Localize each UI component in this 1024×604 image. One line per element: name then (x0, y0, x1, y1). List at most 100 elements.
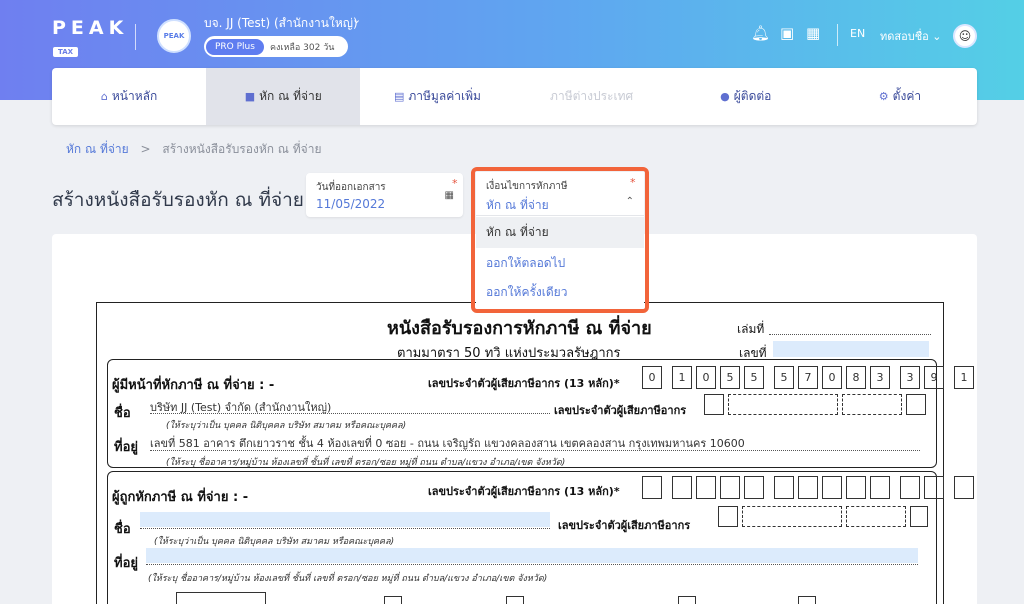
divider (135, 24, 136, 50)
company-avatar[interactable]: PEAK (157, 19, 191, 53)
calendar-icon[interactable]: ▦ (445, 190, 454, 201)
payer-address-label: ที่อยู่ (114, 440, 138, 455)
sequence-box[interactable] (176, 592, 266, 604)
payee-heading: ผู้ถูกหักภาษี ณ ที่จ่าย : - (112, 490, 249, 505)
breadcrumb: หัก ณ ที่จ่าย > สร้างหนังสือรับรองหัก ณ … (66, 140, 321, 159)
tax-digit-box[interactable]: 0 (822, 366, 842, 389)
payer-taxid-box[interactable] (906, 394, 926, 415)
tax-digit-box[interactable]: 7 (798, 366, 818, 389)
user-avatar[interactable]: ☺ (953, 24, 977, 48)
nav-withholding-tax[interactable]: ■ หัก ณ ที่จ่าย (206, 68, 361, 125)
issue-date-field[interactable]: วันที่ออกเอกสาร * 11/05/2022 ▦ (306, 173, 463, 217)
home-icon: ⌂ (100, 90, 108, 103)
tax-digit-box[interactable]: 3 (870, 366, 890, 389)
payer-address-note: (ให้ระบุ ชื่ออาคาร/หมู่บ้าน ห้องเลขที่ ช… (166, 458, 566, 468)
payer-tax-digits[interactable]: 0105557083391 (642, 366, 978, 389)
payee-name-input[interactable] (140, 512, 550, 527)
certificate-form: หนังสือรับรองการหักภาษี ณ ที่จ่าย ตามมาต… (96, 302, 974, 604)
checkbox[interactable] (384, 596, 402, 604)
payer-taxid-box[interactable] (842, 394, 902, 415)
issue-date-label: วันที่ออกเอกสาร (316, 182, 386, 193)
tax-digit-box[interactable]: 8 (846, 366, 866, 389)
payee-taxid-box[interactable] (742, 506, 842, 527)
chevron-down-icon[interactable]: ⌄ (352, 13, 361, 26)
payer-section: ผู้มีหน้าที่หักภาษี ณ ที่จ่าย : - เลขประ… (107, 359, 974, 468)
tax-digit-box[interactable]: 3 (900, 366, 920, 389)
payee-name-line (140, 528, 550, 529)
tax-digit-box[interactable] (924, 476, 944, 499)
nav-foreign-tax: ภาษีต่างประเทศ (515, 68, 669, 125)
nav-contacts[interactable]: ● ผู้ติดต่อ (669, 68, 823, 125)
tax-digit-box[interactable] (744, 476, 764, 499)
book-number-input[interactable] (769, 334, 931, 335)
divider (837, 24, 838, 46)
nav-vat[interactable]: ▤ ภาษีมูลค่าเพิ่ม (360, 68, 514, 125)
tax-digit-box[interactable]: 1 (954, 366, 974, 389)
payee-address-line (146, 564, 918, 565)
plan-pill: PRO Plus คงเหลือ 302 วัน (204, 36, 348, 57)
tax-digit-box[interactable] (798, 476, 818, 499)
nav-home[interactable]: ⌂ หน้าหลัก (52, 68, 206, 125)
plan-days-left: คงเหลือ 302 วัน (269, 42, 335, 53)
payer-taxid-label: เลขประจำตัวผู้เสียภาษีอากร (554, 404, 687, 417)
payee-section: ผู้ถูกหักภาษี ณ ที่จ่าย : - เลขประจำตัวผ… (107, 471, 974, 604)
breadcrumb-current: สร้างหนังสือรับรองหัก ณ ที่จ่าย (162, 142, 322, 156)
tax-digit-box[interactable] (900, 476, 920, 499)
bell-icon[interactable]: 🔔︎ (751, 24, 770, 42)
nav-vat-label: ภาษีมูลค่าเพิ่ม (408, 89, 481, 103)
tax-digit-box[interactable]: 5 (720, 366, 740, 389)
payee-tax13-label: เลขประจำตัวผู้เสียภาษีอากร (13 หลัก)* (428, 485, 620, 498)
chevron-down-icon: ⌄ (932, 30, 942, 43)
tax-digit-box[interactable] (696, 476, 716, 499)
payee-name-note: (ให้ระบุว่าเป็น บุคคล นิติบุคคล บริษัท ส… (154, 537, 395, 547)
nav-home-label: หน้าหลัก (111, 89, 158, 103)
logo-word: PEAK (52, 17, 129, 39)
tax-digit-box[interactable] (642, 476, 662, 499)
payee-taxid-box[interactable] (718, 506, 738, 527)
company-name[interactable]: บจ. JJ (Test) (สำนักงานใหญ่) (204, 14, 358, 33)
plan-badge: PRO Plus (206, 38, 264, 55)
apps-grid-icon[interactable]: ▦ (806, 24, 820, 42)
tax-digit-box[interactable] (774, 476, 794, 499)
book-number-label: เล่มที่ (737, 322, 765, 336)
tax-digit-box[interactable] (672, 476, 692, 499)
payee-address-input[interactable] (146, 548, 918, 563)
payer-heading: ผู้มีหน้าที่หักภาษี ณ ที่จ่าย : - (112, 378, 275, 393)
peak-logo[interactable]: PEAK TAX (52, 17, 128, 58)
tax-digit-box[interactable] (822, 476, 842, 499)
language-switch[interactable]: EN (850, 27, 865, 40)
breadcrumb-separator: > (140, 142, 151, 156)
payee-tax-digits[interactable] (642, 476, 978, 499)
tax-digit-box[interactable]: 0 (642, 366, 662, 389)
nav-settings-label: ตั้งค่า (892, 89, 922, 103)
nav-withholding-label: หัก ณ ที่จ่าย (259, 89, 322, 103)
document-icon[interactable]: ▣ (780, 24, 794, 42)
payer-taxid-box[interactable] (704, 394, 724, 415)
tax-digit-box[interactable]: 0 (696, 366, 716, 389)
checkbox[interactable] (798, 596, 816, 604)
person-icon: ● (720, 90, 730, 103)
tax-digit-box[interactable]: 5 (744, 366, 764, 389)
user-menu[interactable]: ทดสอบชื่อ ⌄ (880, 27, 942, 45)
tax-digit-box[interactable]: 9 (924, 366, 944, 389)
logo-sub: TAX (53, 47, 79, 57)
checkbox[interactable] (506, 596, 524, 604)
tax-digit-box[interactable] (720, 476, 740, 499)
breadcrumb-parent[interactable]: หัก ณ ที่จ่าย (66, 142, 129, 156)
required-mark: * (452, 177, 458, 190)
tax-digit-box[interactable] (954, 476, 974, 499)
receipt-icon: ▤ (393, 90, 405, 103)
payer-tax13-label: เลขประจำตัวผู้เสียภาษีอากร (13 หลัก)* (428, 377, 620, 390)
payer-name-line (150, 413, 550, 414)
checkbox[interactable] (678, 596, 696, 604)
tax-digit-box[interactable] (846, 476, 866, 499)
form-title: หนังสือรับรองการหักภาษี ณ ที่จ่าย (387, 318, 652, 339)
nav-settings[interactable]: ⚙ ตั้งค่า (823, 68, 977, 125)
payee-taxid-box[interactable] (846, 506, 906, 527)
tax-digit-box[interactable] (870, 476, 890, 499)
payer-taxid-box[interactable] (728, 394, 838, 415)
tax-digit-box[interactable]: 1 (672, 366, 692, 389)
doc-number-input[interactable] (773, 341, 929, 357)
tax-digit-box[interactable]: 5 (774, 366, 794, 389)
payee-taxid-box[interactable] (910, 506, 928, 527)
